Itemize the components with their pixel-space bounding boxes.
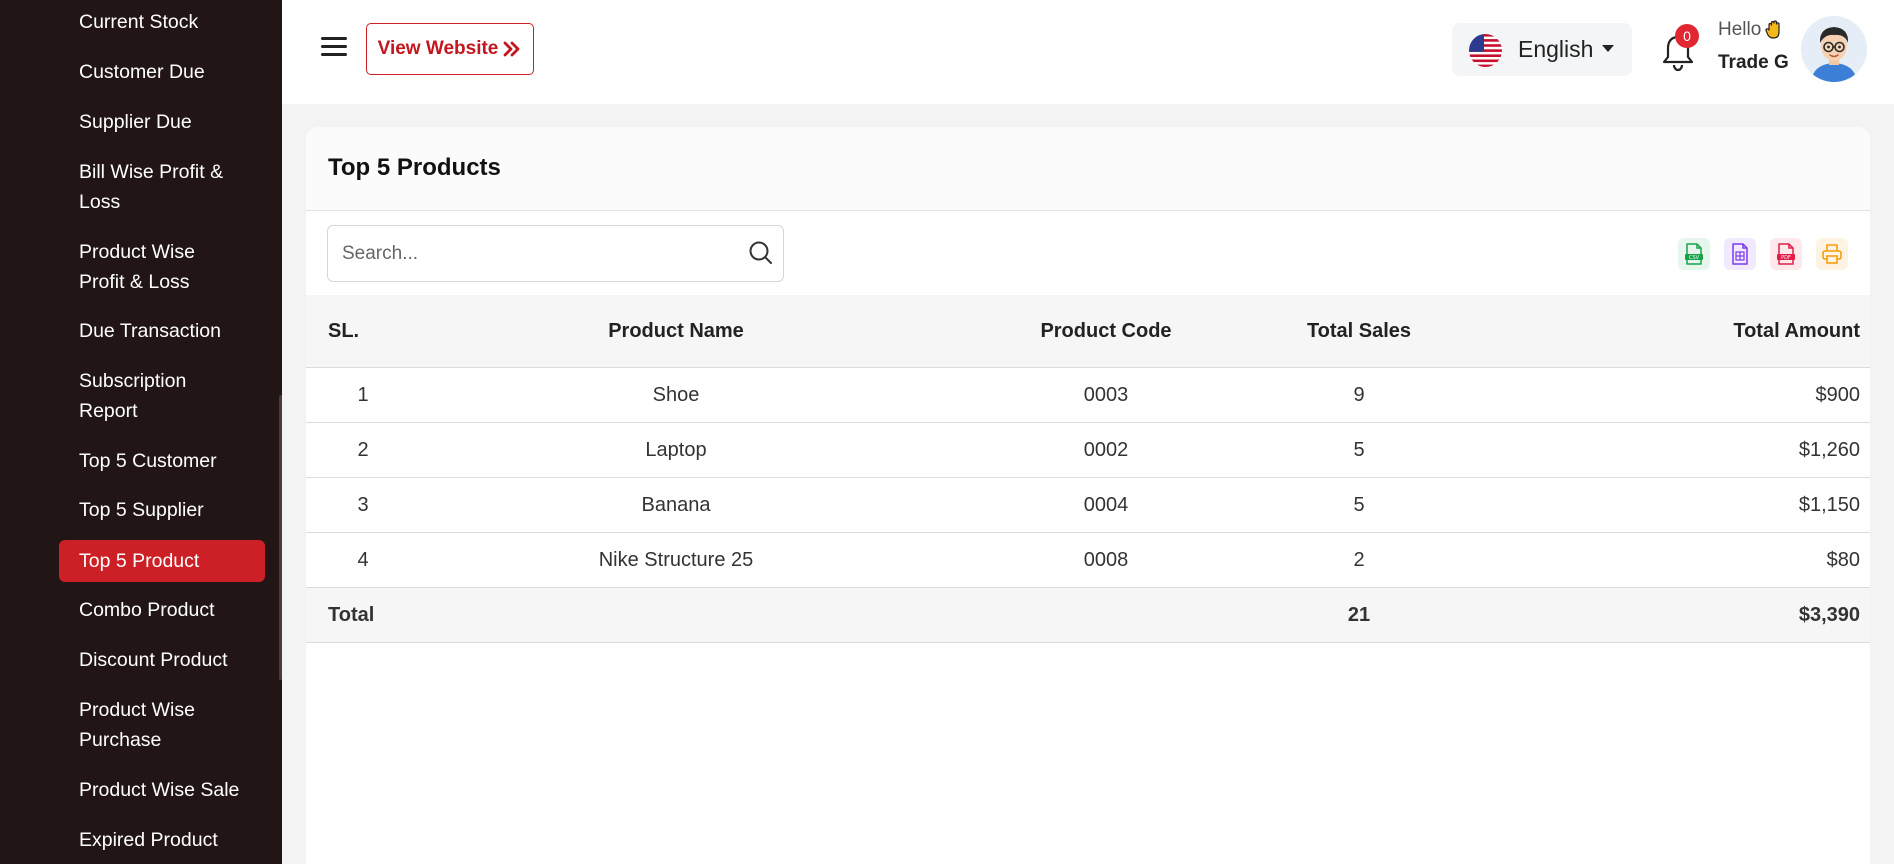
- top-products-card: Top 5 Products CSV PDF: [306, 127, 1870, 864]
- sidebar-item-top-5-product[interactable]: Top 5 Product: [59, 540, 265, 582]
- search-input[interactable]: [342, 226, 722, 281]
- search-box[interactable]: [327, 225, 784, 282]
- cell-sl: 4: [357, 549, 369, 571]
- cell-product-code: 0003: [1083, 384, 1129, 406]
- cell-product-name: Nike Structure 25: [598, 549, 754, 571]
- svg-text:CSV: CSV: [1689, 255, 1700, 261]
- cell-product-name: Shoe: [652, 384, 700, 406]
- sidebar-item-discount-product[interactable]: Discount Product: [59, 645, 265, 675]
- sidebar-item-top-5-supplier[interactable]: Top 5 Supplier: [59, 495, 265, 525]
- table-row: 1 Shoe 0003 9 $900: [306, 368, 1870, 423]
- sidebar-item-combo-product[interactable]: Combo Product: [59, 595, 265, 625]
- sidebar-item-due-transaction[interactable]: Due Transaction: [59, 316, 265, 346]
- column-header-product-name: Product Name: [608, 320, 744, 342]
- cell-product-code: 0008: [1083, 549, 1129, 571]
- sidebar-item-top-5-customer[interactable]: Top 5 Customer: [59, 446, 265, 476]
- greeting-label: Hello: [1718, 19, 1762, 40]
- cell-total-amount: $900: [1815, 384, 1861, 406]
- excel-file-icon: [1732, 243, 1748, 265]
- cell-total-sales: 9: [1353, 384, 1365, 406]
- table-row: 4 Nike Structure 25 0008 2 $80: [306, 533, 1870, 588]
- column-header-total-sales: Total Sales: [1306, 320, 1412, 342]
- excel-export-button[interactable]: [1724, 238, 1756, 270]
- view-website-label: View Website: [377, 38, 499, 59]
- cell-total-amount: $1,150: [1798, 494, 1860, 516]
- cell-sl: 2: [357, 439, 369, 461]
- column-header-sl: SL.: [328, 320, 360, 342]
- cell-sl: 3: [357, 494, 369, 516]
- total-sales: 21: [1347, 604, 1371, 626]
- cell-total-amount: $1,260: [1798, 439, 1860, 461]
- sidebar: Current Stock Customer Due Supplier Due …: [0, 0, 282, 864]
- cell-product-code: 0002: [1083, 439, 1129, 461]
- language-selector[interactable]: English: [1452, 23, 1632, 76]
- cell-total-sales: 5: [1353, 494, 1365, 516]
- double-chevron-right-icon: [503, 41, 520, 57]
- cell-sl: 1: [357, 384, 369, 406]
- sidebar-item-expired-product[interactable]: Expired Product: [59, 825, 265, 855]
- search-icon[interactable]: [748, 240, 774, 266]
- csv-file-icon: CSV: [1685, 243, 1703, 265]
- waving-hand-icon: [1765, 20, 1780, 39]
- sidebar-scrollbar[interactable]: [279, 395, 282, 680]
- menu-toggle-icon[interactable]: [321, 34, 347, 58]
- table-row: 3 Banana 0004 5 $1,150: [306, 478, 1870, 533]
- cell-total-sales: 2: [1353, 549, 1365, 571]
- user-name: Trade G: [1718, 52, 1789, 73]
- cell-product-code: 0004: [1083, 494, 1129, 516]
- sidebar-item-product-wise-profit-loss[interactable]: Product Wise Profit & Loss: [59, 237, 265, 297]
- us-flag-icon: [1469, 34, 1502, 67]
- sidebar-item-current-stock[interactable]: Current Stock: [59, 7, 265, 37]
- cell-total-amount: $80: [1826, 549, 1860, 571]
- table-total-row: Total 21 $3,390: [306, 588, 1870, 643]
- pdf-export-button[interactable]: PDF: [1770, 238, 1802, 270]
- column-header-product-code: Product Code: [1040, 320, 1172, 342]
- page-title: Top 5 Products: [328, 154, 501, 181]
- notification-badge: 0: [1675, 24, 1699, 48]
- user-avatar[interactable]: [1801, 16, 1867, 82]
- cell-total-sales: 5: [1353, 439, 1365, 461]
- csv-export-button[interactable]: CSV: [1678, 238, 1710, 270]
- language-label: English: [1518, 36, 1594, 62]
- top-header: View Website English 0 Hello Trade G: [282, 0, 1894, 104]
- cell-product-name: Banana: [641, 494, 711, 516]
- sidebar-item-supplier-due[interactable]: Supplier Due: [59, 107, 265, 137]
- caret-down-icon: [1602, 45, 1614, 52]
- greeting: Hello: [1718, 19, 1784, 41]
- sidebar-item-product-wise-purchase[interactable]: Product Wise Purchase: [59, 695, 265, 755]
- pdf-file-icon: PDF: [1777, 243, 1795, 265]
- sidebar-item-product-wise-sale[interactable]: Product Wise Sale: [59, 775, 265, 805]
- view-website-button[interactable]: View Website: [366, 23, 534, 75]
- print-button[interactable]: [1816, 238, 1848, 270]
- table-row: 2 Laptop 0002 5 $1,260: [306, 423, 1870, 478]
- cell-product-name: Laptop: [645, 439, 707, 461]
- card-header: Top 5 Products: [306, 127, 1870, 211]
- sidebar-item-subscription-report[interactable]: Subscription Report: [59, 366, 265, 426]
- total-label: Total: [328, 604, 375, 626]
- sidebar-item-bill-wise-profit-loss[interactable]: Bill Wise Profit & Loss: [59, 157, 265, 217]
- svg-text:PDF: PDF: [1781, 255, 1791, 261]
- sidebar-item-customer-due[interactable]: Customer Due: [59, 57, 265, 87]
- total-amount: $3,390: [1798, 604, 1860, 626]
- table-header: SL. Product Name Product Code Total Sale…: [306, 295, 1870, 368]
- printer-icon: [1822, 244, 1842, 264]
- column-header-total-amount: Total Amount: [1733, 320, 1860, 342]
